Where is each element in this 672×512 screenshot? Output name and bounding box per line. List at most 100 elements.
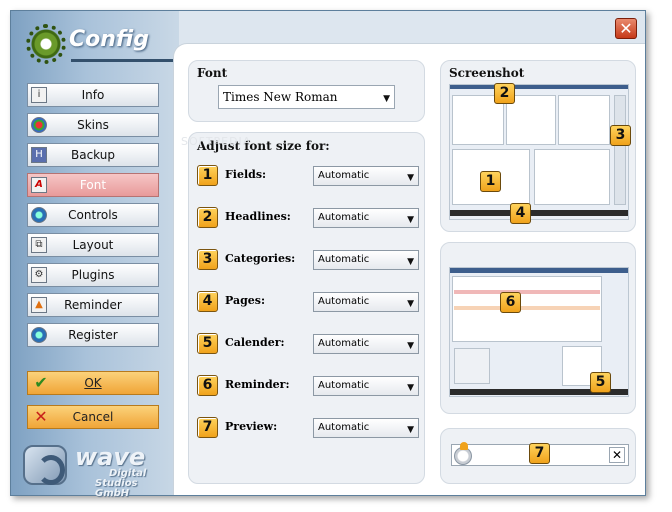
cancel-button[interactable]: ✕ Cancel <box>27 405 159 429</box>
pages-size-select[interactable]: Automatic ▼ <box>313 292 419 312</box>
thumb-box <box>558 95 610 145</box>
calender-size-select[interactable]: Automatic ▼ <box>313 334 419 354</box>
close-icon[interactable]: ✕ <box>609 447 625 463</box>
sidebar-item-controls[interactable]: Controls <box>27 203 159 227</box>
select-value: Automatic <box>318 422 370 433</box>
number-badge: 4 <box>197 291 218 312</box>
logo-subtext-line2: Studios GmbH <box>95 478 138 499</box>
categories-size-select[interactable]: Automatic ▼ <box>313 250 419 270</box>
screenshot-panel-title: Screenshot <box>449 66 525 80</box>
chevron-down-icon: ▼ <box>407 215 414 225</box>
size-row-label: Fields: <box>225 168 267 181</box>
config-window: Config ✕ i Info Skins H Backup A Font Co… <box>10 10 646 499</box>
sidebar-item-font[interactable]: A Font <box>27 173 159 197</box>
chevron-down-icon: ▼ <box>407 425 414 435</box>
number-badge: 5 <box>197 333 218 354</box>
reminder-size-select[interactable]: Automatic ▼ <box>313 376 419 396</box>
register-icon <box>31 327 47 343</box>
thumb-buttons <box>454 348 490 384</box>
backup-icon: H <box>31 147 47 163</box>
sidebar-item-plugins[interactable]: ⚙ Plugins <box>27 263 159 287</box>
logo-text: wave <box>75 443 146 471</box>
info-icon: i <box>31 87 47 103</box>
sidebar-item-backup[interactable]: H Backup <box>27 143 159 167</box>
marker-6: 6 <box>500 292 521 313</box>
alarm-clock-icon <box>454 442 472 465</box>
headlines-size-select[interactable]: Automatic ▼ <box>313 208 419 228</box>
thumb-footer <box>450 210 628 216</box>
screenshot-thumbnail-main: 2 3 1 4 <box>449 83 631 224</box>
wave-logo-icon <box>23 445 67 485</box>
size-row-reminder: 6 Reminder: Automatic ▼ <box>197 375 419 399</box>
marker-3: 3 <box>610 125 631 146</box>
screenshot-panel: Screenshot 2 3 1 4 <box>440 60 636 232</box>
select-value: Automatic <box>318 338 370 349</box>
font-icon: A <box>31 177 47 193</box>
screenshot-thumbnail-calendar: 6 5 <box>449 267 629 397</box>
thumb-row-highlight <box>454 290 600 294</box>
size-row-calender: 5 Calender: Automatic ▼ <box>197 333 419 357</box>
checkmark-icon: ✔ <box>34 373 48 392</box>
logo-subtext: Digital Studios GmbH <box>95 469 173 499</box>
marker-1: 1 <box>480 171 501 192</box>
thumb-row-highlight <box>454 306 600 310</box>
ok-button[interactable]: ✔ OK <box>27 371 159 395</box>
chevron-down-icon: ▼ <box>407 173 414 183</box>
main-content: Font Times New Roman ▼ Adjust font size … <box>173 43 645 495</box>
size-row-pages: 4 Pages: Automatic ▼ <box>197 291 419 315</box>
preview-size-select[interactable]: Automatic ▼ <box>313 418 419 438</box>
layout-icon: ⧉ <box>31 237 47 253</box>
skins-icon <box>31 117 47 133</box>
sidebar-item-layout[interactable]: ⧉ Layout <box>27 233 159 257</box>
sidebar-item-label: Info <box>81 88 105 102</box>
sidebar-item-register[interactable]: Register <box>27 323 159 347</box>
thumb-box <box>534 149 610 205</box>
font-panel-title: Font <box>197 66 228 80</box>
size-row-label: Categories: <box>225 252 296 265</box>
number-badge: 7 <box>197 417 218 438</box>
chevron-down-icon: ▼ <box>407 257 414 267</box>
fields-size-select[interactable]: Automatic ▼ <box>313 166 419 186</box>
select-value: Automatic <box>318 170 370 181</box>
reminder-icon: ▲ <box>31 297 47 313</box>
number-badge: 3 <box>197 249 218 270</box>
ok-label: OK <box>84 376 102 390</box>
gear-icon <box>26 24 66 64</box>
size-row-label: Calender: <box>225 336 285 349</box>
size-row-fields: 1 Fields: Automatic ▼ <box>197 165 419 189</box>
font-panel: Font Times New Roman ▼ <box>188 60 425 122</box>
sidebar-item-skins[interactable]: Skins <box>27 113 159 137</box>
screenshot-panel-calendar: 6 5 <box>440 242 636 414</box>
sidebar-item-reminder[interactable]: ▲ Reminder <box>27 293 159 317</box>
sidebar-item-info[interactable]: i Info <box>27 83 159 107</box>
select-value: Automatic <box>318 380 370 391</box>
title-underline <box>71 59 179 62</box>
preview-panel: ✕ 7 <box>440 428 636 484</box>
size-row-label: Preview: <box>225 420 278 433</box>
font-select[interactable]: Times New Roman ▼ <box>218 85 395 109</box>
thumb-sidebar <box>614 95 626 205</box>
number-badge: 6 <box>197 375 218 396</box>
plugins-icon: ⚙ <box>31 267 47 283</box>
wave-logo: wave Digital Studios GmbH <box>23 443 173 499</box>
chevron-down-icon: ▼ <box>407 341 414 351</box>
watermark-text: SOFTPEDIA <box>181 135 252 148</box>
sidebar-item-label: Skins <box>77 118 109 132</box>
size-row-headlines: 2 Headlines: Automatic ▼ <box>197 207 419 231</box>
select-value: Automatic <box>318 254 370 265</box>
sidebar-item-label: Font <box>79 178 107 192</box>
thumb-header <box>450 268 628 273</box>
font-select-value: Times New Roman <box>223 90 338 104</box>
size-row-label: Headlines: <box>225 210 291 223</box>
controls-icon <box>31 207 47 223</box>
close-button[interactable]: ✕ <box>615 18 637 39</box>
cancel-label: Cancel <box>72 410 114 424</box>
sidebar-nav: i Info Skins H Backup A Font Controls ⧉ … <box>27 83 159 439</box>
thumb-header <box>450 85 628 89</box>
sidebar-item-label: Backup <box>71 148 115 162</box>
marker-4: 4 <box>510 203 531 224</box>
size-row-label: Reminder: <box>225 378 290 391</box>
select-value: Automatic <box>318 212 370 223</box>
sidebar-item-label: Controls <box>68 208 118 222</box>
font-size-panel: Adjust font size for: SOFTPEDIA 1 Fields… <box>181 132 425 484</box>
